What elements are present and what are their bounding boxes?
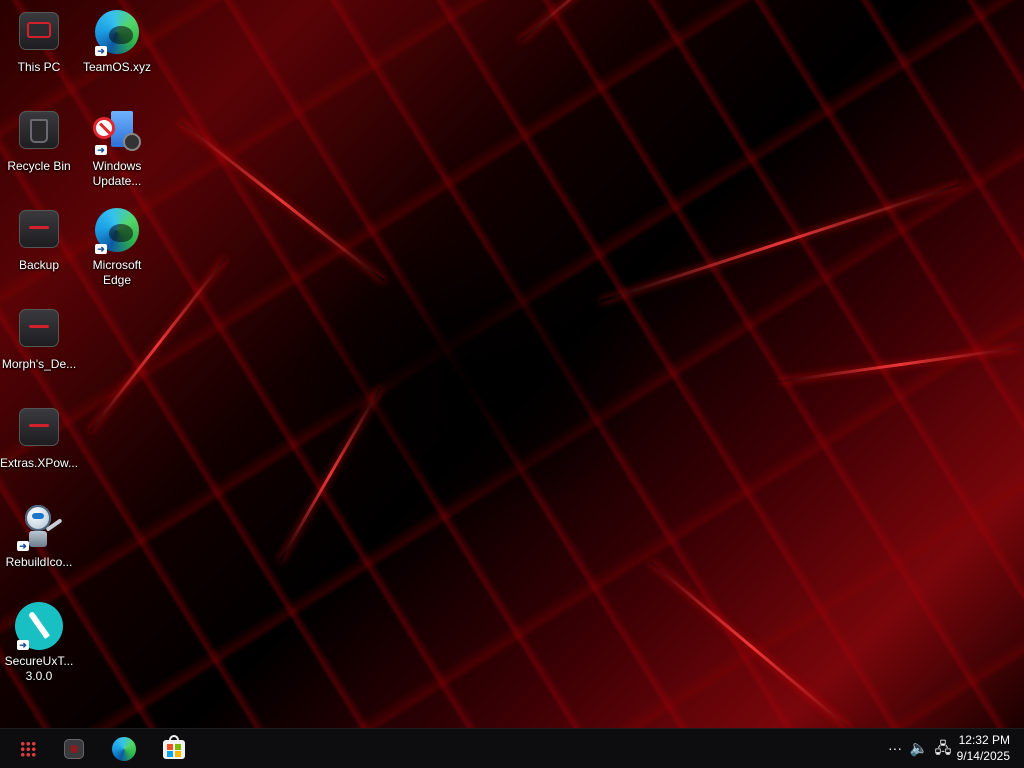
- desktop-icon-rebuildico[interactable]: ➜ RebuildIco...: [0, 497, 78, 570]
- edge-icon: ➜: [93, 206, 141, 254]
- desktop-icon-label: Backup: [18, 258, 60, 272]
- desktop-icon-windows-update[interactable]: ➜ Windows Update...: [78, 101, 156, 189]
- store-icon: [163, 735, 185, 759]
- desktop-icon-morphs-folder[interactable]: Morph's_De...: [0, 299, 78, 372]
- desktop-icon-label: This PC: [17, 60, 61, 74]
- desktop-icon-label: Windows Update...: [92, 159, 142, 188]
- camera-icon: [64, 739, 84, 759]
- folder-icon: [15, 206, 63, 254]
- desktop-icon-label: TeamOS.xyz: [82, 60, 151, 74]
- tray-overflow-button[interactable]: ···: [884, 738, 906, 758]
- taskbar-app-store[interactable]: [158, 733, 190, 765]
- desktop-icon-secureuxt[interactable]: ➜ SecureUxT... 3.0.0: [0, 596, 78, 684]
- edge-shortcut-icon: ➜: [93, 8, 141, 56]
- desktop-icon-this-pc[interactable]: This PC: [0, 2, 78, 75]
- clock-date: 9/14/2025: [956, 749, 1010, 763]
- network-icon[interactable]: 🖧: [932, 739, 954, 759]
- folder-icon: [15, 305, 63, 353]
- computer-icon: [15, 8, 63, 56]
- volume-icon[interactable]: 🔈: [908, 739, 930, 759]
- robot-icon: ➜: [15, 503, 63, 551]
- desktop-icon-label: Extras.XPow...: [0, 456, 79, 470]
- taskbar-app-edge[interactable]: [108, 733, 140, 765]
- folder-icon: [15, 404, 63, 452]
- desktop-icon-backup[interactable]: Backup: [0, 200, 78, 273]
- desktop-icon-extras-xpow[interactable]: Extras.XPow...: [0, 398, 78, 471]
- desktop-icon-label: Recycle Bin: [7, 159, 71, 173]
- desktop-icon-recycle-bin[interactable]: Recycle Bin: [0, 101, 78, 174]
- edge-icon: [112, 737, 136, 761]
- desktop-icon-label: SecureUxT... 3.0.0: [4, 654, 74, 683]
- recycle-bin-icon: [15, 107, 63, 155]
- brush-icon: ➜: [15, 602, 63, 650]
- start-grid-icon: [20, 741, 36, 757]
- windows-update-blocker-icon: ➜: [93, 107, 141, 155]
- desktop-icon-label: RebuildIco...: [5, 555, 73, 569]
- desktop-icon-label: Morph's_De...: [1, 357, 77, 371]
- clock[interactable]: 12:32 PM 9/14/2025: [957, 732, 1010, 764]
- clock-time: 12:32 PM: [958, 733, 1010, 747]
- desktop-icon-teamos[interactable]: ➜ TeamOS.xyz: [78, 2, 156, 75]
- desktop-icon-microsoft-edge[interactable]: ➜ Microsoft Edge: [78, 200, 156, 288]
- desktop-icon-label: Microsoft Edge: [92, 258, 142, 287]
- taskbar-app-camera[interactable]: [58, 733, 90, 765]
- start-button[interactable]: [12, 733, 44, 765]
- taskbar: ··· 🔈 🖧 12:32 PM 9/14/2025: [0, 728, 1024, 768]
